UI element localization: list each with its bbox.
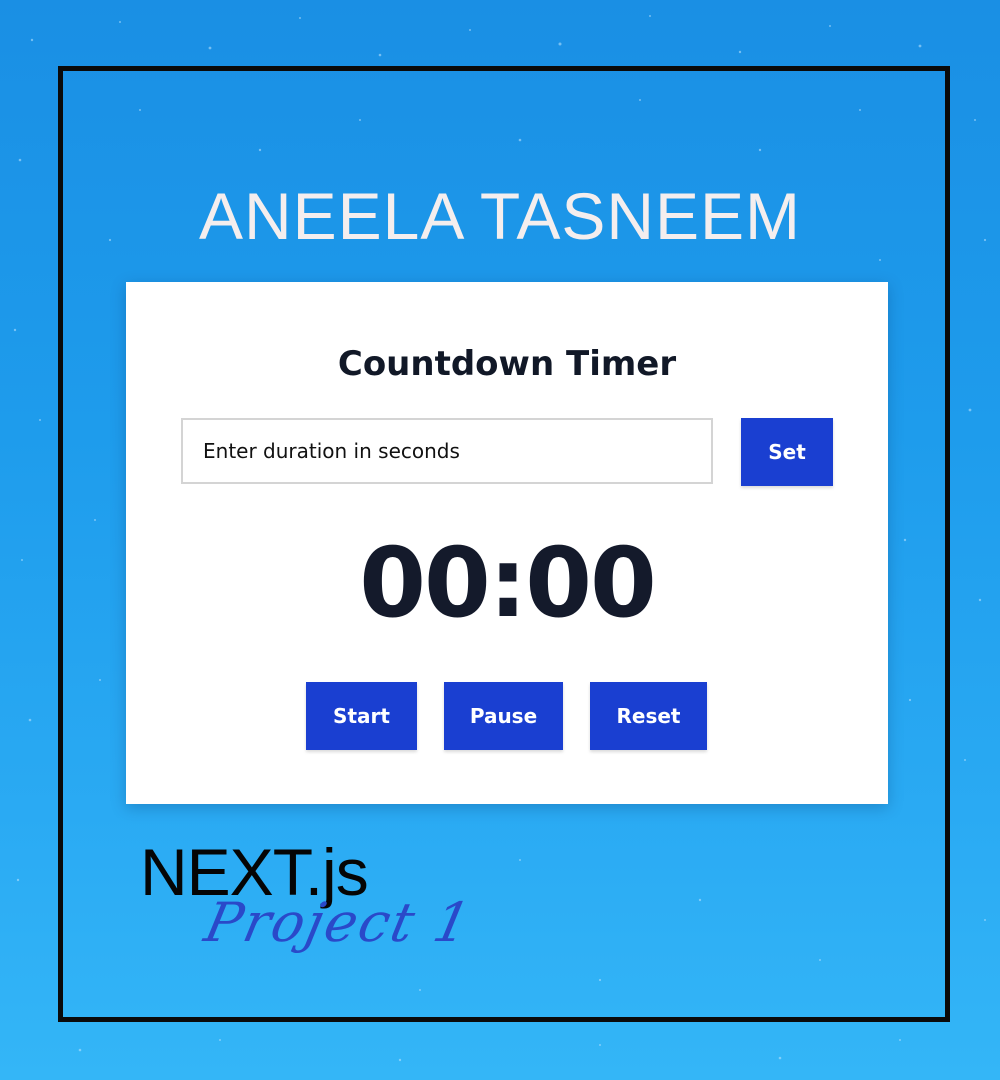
countdown-timer-card: Countdown Timer Set 00:00 Start Pause Re… <box>126 282 888 804</box>
duration-input[interactable] <box>181 418 713 484</box>
timer-display: 00:00 <box>359 527 657 639</box>
timer-title: Countdown Timer <box>337 344 677 384</box>
author-name: ANEELA TASNEEM <box>198 179 802 253</box>
project-label: Project 1 <box>199 891 478 954</box>
pause-button[interactable]: Pause <box>444 682 563 750</box>
start-button[interactable]: Start <box>306 682 417 750</box>
reset-button[interactable]: Reset <box>590 682 707 750</box>
set-button[interactable]: Set <box>741 418 833 486</box>
